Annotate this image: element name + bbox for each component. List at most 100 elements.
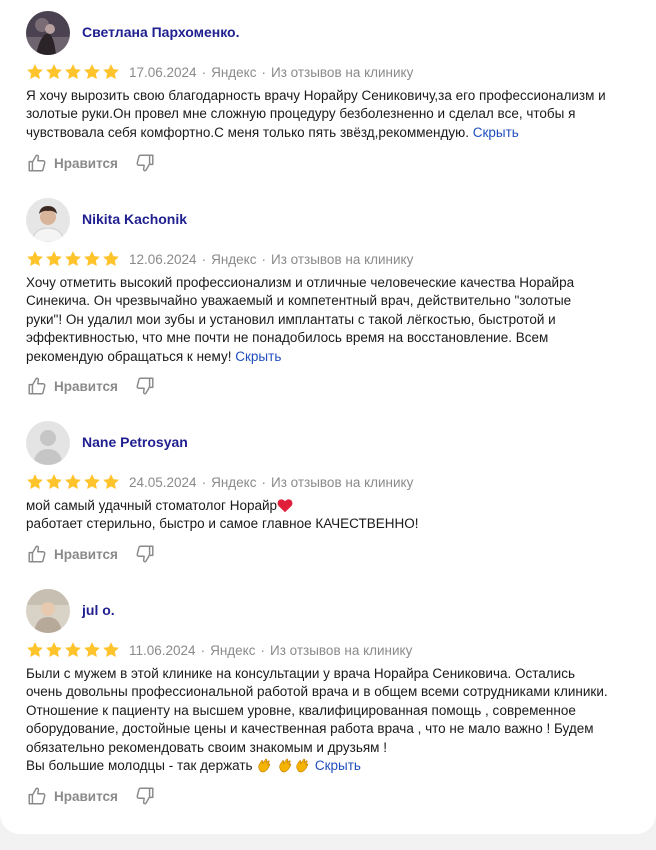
separator-dot: · xyxy=(201,64,207,80)
thumbs-down-icon xyxy=(134,375,156,397)
dislike-button[interactable] xyxy=(134,785,156,807)
like-button[interactable]: Нравится xyxy=(26,152,118,174)
star-icon xyxy=(26,641,44,659)
review-source: Яндекс xyxy=(211,64,257,80)
review-text-line: работает стерильно, быстро и самое главн… xyxy=(26,516,419,532)
review-origin: Из отзывов на клинику xyxy=(270,251,414,267)
star-icon xyxy=(102,250,120,268)
author-avatar[interactable] xyxy=(26,589,70,633)
review-text-line: Были с мужем в этой клинике на консульта… xyxy=(26,666,576,681)
author-name[interactable]: Nane Petrosyan xyxy=(82,434,188,450)
like-button[interactable]: Нравится xyxy=(26,375,118,397)
review-text-line: золотые руки.Он провел мне сложную проце… xyxy=(26,106,576,122)
review-date: 24.05.2024 xyxy=(129,474,197,490)
review-actions: Нравится xyxy=(26,151,156,175)
author-name[interactable]: Nikita Kachonik xyxy=(82,211,187,227)
thumbs-up-icon xyxy=(26,785,48,807)
author-name[interactable]: jul o. xyxy=(82,602,115,618)
review-text-line: Я хочу вырозить свою благодарность врачу… xyxy=(26,88,606,103)
dislike-button[interactable] xyxy=(134,375,156,397)
separator-dot: · xyxy=(201,474,207,490)
review-text-line: чувствовала себя комфортно.С меня только… xyxy=(26,124,650,142)
author-avatar[interactable] xyxy=(26,11,70,55)
star-icon xyxy=(64,473,82,491)
rating-stars xyxy=(26,250,120,268)
review-text-line: очень довольны профессиональной работой … xyxy=(26,684,608,700)
clapping-hands-icon xyxy=(256,757,273,773)
thumbs-up-icon xyxy=(26,543,48,565)
star-icon xyxy=(45,250,63,268)
thumbs-down-icon xyxy=(134,152,156,174)
review-origin: Из отзывов на клинику xyxy=(269,642,413,658)
star-icon xyxy=(102,473,120,491)
like-label: Нравится xyxy=(54,546,118,562)
like-button[interactable]: Нравится xyxy=(26,543,118,565)
like-label: Нравится xyxy=(54,155,118,171)
author-avatar[interactable] xyxy=(26,198,70,242)
star-icon xyxy=(83,473,101,491)
review-text-line: рекомендую обращаться к нему! Скрыть xyxy=(26,348,650,366)
like-label: Нравится xyxy=(54,378,118,394)
review-date: 11.06.2024 xyxy=(129,642,196,658)
author-avatar[interactable] xyxy=(26,421,70,465)
rating-stars xyxy=(26,473,120,491)
review-text-line: эффективностью, что мне почти не понадоб… xyxy=(26,330,549,346)
star-icon xyxy=(83,641,101,659)
separator-dot: · xyxy=(260,642,265,658)
review-text-line: Синекича. Он чрезвычайно уважаемый и ком… xyxy=(26,293,572,309)
review-text-fragment: чувствовала себя комфортно.С меня только… xyxy=(26,124,469,140)
star-icon xyxy=(45,473,63,491)
star-icon xyxy=(64,63,82,81)
review-date: 12.06.2024 xyxy=(129,251,197,267)
review-text-line: оборудование, достойные цены и качествен… xyxy=(26,721,594,737)
star-icon xyxy=(26,250,44,268)
star-icon xyxy=(26,473,44,491)
review-text-line: руки"! Он удалил мои зубы и установил им… xyxy=(26,311,556,327)
separator-dot: · xyxy=(261,64,266,80)
thumbs-down-icon xyxy=(134,785,156,807)
reviews-card: Светлана Пархоменко. 17.06.2024 · Яндекс… xyxy=(0,0,656,834)
like-button[interactable]: Нравится xyxy=(26,785,118,807)
separator-dot: · xyxy=(201,251,207,267)
review-text: мой самый удачный стоматолог Норайр рабо… xyxy=(26,497,650,534)
dislike-button[interactable] xyxy=(134,152,156,174)
collapse-link[interactable]: Скрыть xyxy=(235,349,281,364)
review-text-fragment: мой самый удачный стоматолог Норайр xyxy=(26,498,278,513)
rating-stars xyxy=(26,63,120,81)
review-text: Хочу отметить высокий профессионализм и … xyxy=(26,274,650,366)
clapping-hands-icon xyxy=(294,757,311,773)
clapping-hands-icon xyxy=(277,757,294,773)
thumbs-up-icon xyxy=(26,375,48,397)
review-meta: 24.05.2024 · Яндекс · Из отзывов на клин… xyxy=(26,473,413,491)
heart-emoji-icon xyxy=(277,499,293,513)
review-source: Яндекс xyxy=(211,251,257,267)
review-source: Яндекс xyxy=(210,642,256,658)
star-icon xyxy=(64,641,82,659)
collapse-link[interactable]: Скрыть xyxy=(473,125,519,140)
separator-dot: · xyxy=(261,251,266,267)
like-label: Нравится xyxy=(54,788,118,804)
separator-dot: · xyxy=(261,474,266,490)
dislike-button[interactable] xyxy=(134,543,156,565)
star-icon xyxy=(83,63,101,81)
review-text: Я хочу вырозить свою благодарность врачу… xyxy=(26,87,650,142)
review-actions: Нравится xyxy=(26,374,156,398)
review-text-fragment: рекомендую обращаться к нему! xyxy=(26,348,232,364)
review-meta: 11.06.2024 · Яндекс · Из отзывов на клин… xyxy=(26,641,412,659)
star-icon xyxy=(64,250,82,268)
review-text-line: обязательно рекомендовать своим знакомым… xyxy=(26,739,387,755)
author-name[interactable]: Светлана Пархоменко. xyxy=(82,24,240,40)
review-date: 17.06.2024 xyxy=(129,64,197,80)
thumbs-down-icon xyxy=(134,543,156,565)
star-icon xyxy=(45,63,63,81)
star-icon xyxy=(83,250,101,268)
review-text-line: Вы большие молодцы - так держать Скрыть xyxy=(26,757,650,775)
review-origin: Из отзывов на клинику xyxy=(270,64,414,80)
star-icon xyxy=(26,63,44,81)
review-actions: Нравится xyxy=(26,784,156,808)
collapse-link[interactable]: Скрыть xyxy=(315,758,361,773)
rating-stars xyxy=(26,641,120,659)
star-icon xyxy=(102,641,120,659)
review-source: Яндекс xyxy=(211,474,257,490)
review-text-fragment: Вы большие молодцы - так держать xyxy=(26,758,253,774)
